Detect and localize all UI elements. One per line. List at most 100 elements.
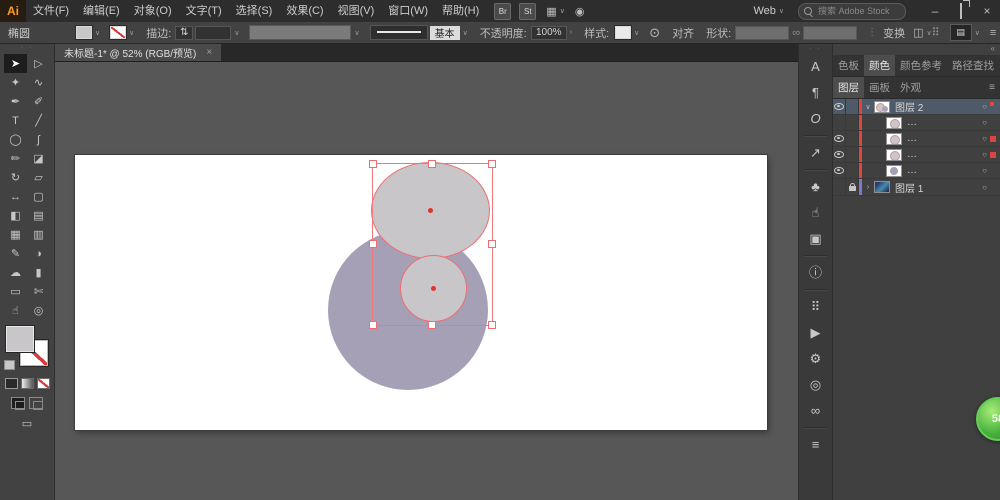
center-anchor[interactable] xyxy=(428,208,433,213)
color-mode-button[interactable] xyxy=(4,378,18,389)
mesh-tool[interactable]: ▦ xyxy=(4,225,27,244)
layer-row-path[interactable]: … ○ xyxy=(833,147,1000,163)
target-circle-icon[interactable]: ○ xyxy=(979,150,990,159)
visibility-toggle[interactable] xyxy=(833,115,846,130)
target-circle-icon[interactable]: ○ xyxy=(979,166,990,175)
chevron-right-icon[interactable]: › xyxy=(570,29,572,36)
layer-thumbnail[interactable] xyxy=(886,148,902,161)
chevron-down-icon[interactable]: ∨ xyxy=(975,29,980,37)
perspective-grid-tool[interactable]: ▤ xyxy=(27,206,50,225)
chevron-down-icon[interactable]: ∨ xyxy=(862,103,874,111)
rotate-tool[interactable]: ↻ xyxy=(4,168,27,187)
brush-definition-label[interactable]: 基本 xyxy=(429,25,460,40)
graphic-styles-panel-icon[interactable]: ▣ xyxy=(799,226,832,252)
menu-object[interactable]: 对象(O) xyxy=(127,0,179,22)
lock-toggle[interactable] xyxy=(846,99,859,114)
shape-height-input[interactable] xyxy=(803,25,858,40)
slice-tool[interactable]: ✄ xyxy=(27,282,50,301)
layer-row-path[interactable]: … ○ xyxy=(833,131,1000,147)
export-panel-icon[interactable]: ↗ xyxy=(799,140,832,166)
width-tool[interactable]: ↔ xyxy=(4,187,27,206)
selection-handle[interactable] xyxy=(488,160,496,168)
chevron-down-icon[interactable]: ∨ xyxy=(129,29,134,37)
workspace-panel-icon[interactable]: ▤ xyxy=(949,24,972,41)
align-label[interactable]: 对齐 xyxy=(672,25,694,41)
center-anchor[interactable] xyxy=(431,286,436,291)
type-tool[interactable]: T xyxy=(4,111,27,130)
layer-row-base[interactable]: › 图层 1 ○ xyxy=(833,179,1000,196)
arrange-icon[interactable]: ◫ xyxy=(913,26,923,39)
pencil-tool[interactable]: ✏ xyxy=(4,149,27,168)
list-icon[interactable]: ≡ xyxy=(990,27,996,39)
visibility-toggle[interactable] xyxy=(833,147,846,162)
layer-name[interactable]: … xyxy=(907,117,979,128)
layer-thumbnail[interactable] xyxy=(886,132,902,145)
target-circle-icon[interactable]: ○ xyxy=(979,118,990,127)
gradient-tool[interactable]: ▥ xyxy=(27,225,50,244)
blend-tool[interactable]: ◑ xyxy=(27,244,50,263)
actions-panel-icon[interactable]: ▶ xyxy=(799,320,832,346)
shape-width-input[interactable] xyxy=(735,25,790,40)
selection-indicator-slot[interactable] xyxy=(990,135,1000,142)
symbol-sprayer-tool[interactable]: ☁ xyxy=(4,263,27,282)
stroke-weight-stepper[interactable]: ⇅ xyxy=(175,25,194,40)
tab-artboards[interactable]: 画板 xyxy=(864,77,895,98)
lock-toggle[interactable] xyxy=(846,179,859,195)
visibility-toggle[interactable] xyxy=(833,131,846,146)
hand-tool[interactable]: ☝ xyxy=(4,301,27,320)
character-panel-icon[interactable]: A xyxy=(799,54,832,80)
menu-select[interactable]: 选择(S) xyxy=(229,0,280,22)
chevron-down-icon[interactable]: ∨ xyxy=(463,29,468,37)
layer-name[interactable]: 图层 2 xyxy=(895,99,979,114)
chevron-down-icon[interactable]: ∨ xyxy=(634,29,639,37)
selection-handle[interactable] xyxy=(369,321,377,329)
opacity-value[interactable]: 100% xyxy=(530,25,567,40)
layer-name[interactable]: … xyxy=(907,149,979,160)
fill-color-swatch[interactable] xyxy=(75,25,93,40)
selection-indicator-slot[interactable] xyxy=(990,151,1000,158)
close-tab-icon[interactable]: × xyxy=(206,47,212,58)
search-input[interactable] xyxy=(816,5,898,17)
selection-tool[interactable]: ➤ xyxy=(4,54,27,73)
chevron-down-icon[interactable]: ∨ xyxy=(234,29,239,37)
layer-name[interactable]: … xyxy=(907,165,979,176)
panel-menu-icon[interactable]: ≡ xyxy=(984,77,1000,98)
zoom-tool[interactable]: ◎ xyxy=(27,301,50,320)
tab-color[interactable]: 颜色 xyxy=(864,55,895,76)
document-tab[interactable]: 未标题-1* @ 52% (RGB/预览) × xyxy=(55,44,222,61)
style-swatch[interactable] xyxy=(614,25,633,40)
layer-thumbnail[interactable] xyxy=(874,100,890,113)
navigator-panel-icon[interactable]: ◎ xyxy=(799,372,832,398)
draw-inside-button[interactable] xyxy=(29,397,43,410)
menu-help[interactable]: 帮助(H) xyxy=(435,0,486,22)
curvature-tool[interactable]: ✐ xyxy=(27,92,50,111)
toolbar-grip[interactable]: · · xyxy=(0,44,54,53)
share-icon[interactable]: ◉ xyxy=(575,5,585,18)
layer-thumbnail[interactable] xyxy=(874,181,890,193)
layer-thumbnail[interactable] xyxy=(886,164,902,177)
default-swatch-icon[interactable] xyxy=(4,360,15,370)
canvas-pasteboard[interactable] xyxy=(55,62,798,500)
transform-panel-icon[interactable]: ⠿ xyxy=(799,294,832,320)
shaper-tool[interactable]: ◪ xyxy=(27,149,50,168)
layer-name[interactable]: … xyxy=(907,133,979,144)
brush-definition-preview[interactable] xyxy=(369,25,428,40)
magic-wand-tool[interactable]: ✦ xyxy=(4,73,27,92)
selection-handle[interactable] xyxy=(488,240,496,248)
chevron-down-icon[interactable]: ∨ xyxy=(354,29,359,37)
menu-effect[interactable]: 效果(C) xyxy=(279,0,330,22)
menu-window[interactable]: 窗口(W) xyxy=(381,0,435,22)
visibility-toggle[interactable] xyxy=(833,99,846,114)
menu-view[interactable]: 视图(V) xyxy=(331,0,382,22)
layer-thumbnail[interactable] xyxy=(886,116,902,129)
chevron-down-icon[interactable]: ∨ xyxy=(95,29,100,37)
shape-builder-tool[interactable]: ◧ xyxy=(4,206,27,225)
lock-toggle[interactable] xyxy=(846,147,859,162)
settings-panel-icon[interactable]: ⚙ xyxy=(799,346,832,372)
layer-row-group[interactable]: ∨ 图层 2 ○ xyxy=(833,99,1000,115)
transform-label[interactable]: 变换 xyxy=(883,25,905,41)
pen-tool[interactable]: ✒ xyxy=(4,92,27,111)
none-mode-button[interactable] xyxy=(36,378,50,389)
layer-row-path[interactable]: … ○ xyxy=(833,115,1000,131)
restore-button[interactable] xyxy=(948,0,974,22)
